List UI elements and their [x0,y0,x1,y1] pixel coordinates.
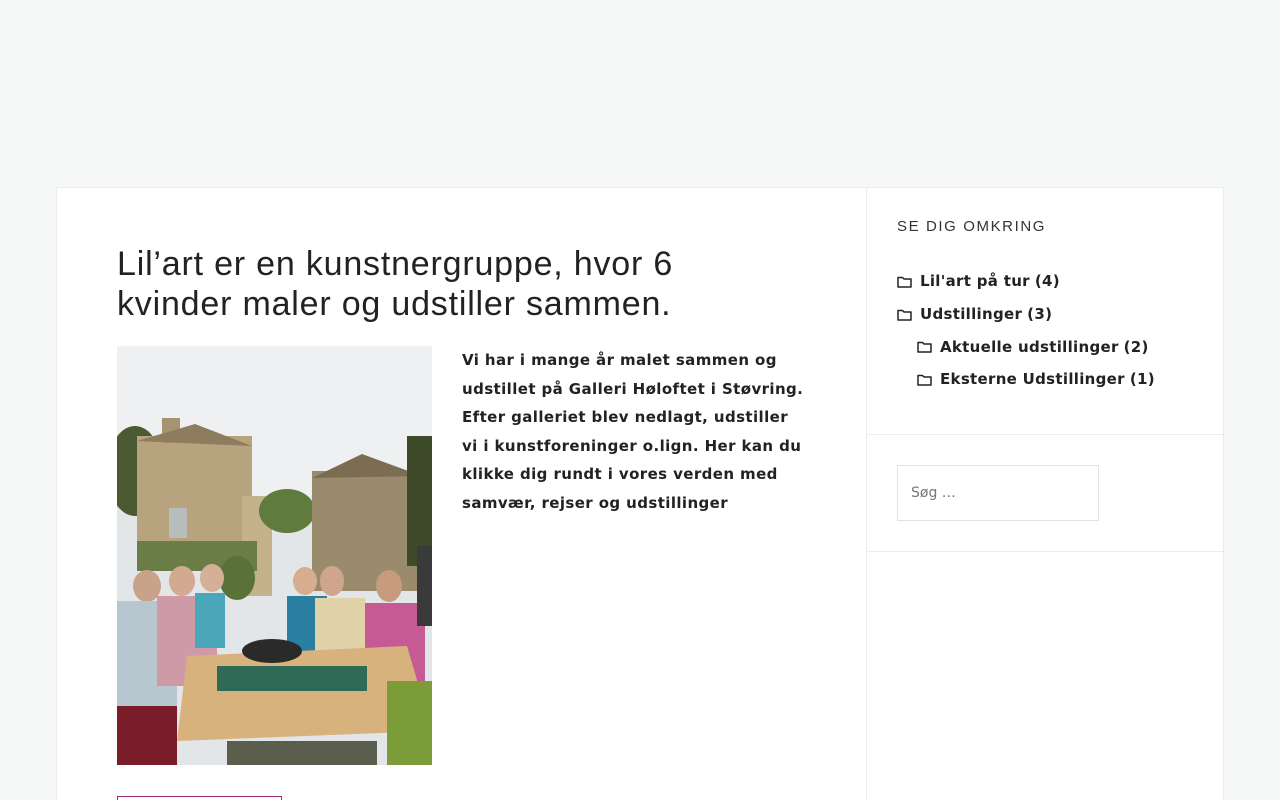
category-item-udstillinger[interactable]: Udstillinger (3) [897,298,1193,331]
category-item-lilart-paa-tur[interactable]: Lil'art på tur (4) [897,265,1193,298]
content-area: Lil’art er en kunstnergruppe, hvor 6 kvi… [56,187,1224,800]
category-list: Lil'art på tur (4) Udstillinger (3) Aktu… [897,265,1193,434]
folder-icon [897,308,912,321]
search-input[interactable]: Søg … [897,464,1099,521]
categories-widget: SE DIG OMKRING Lil'art på tur (4) Udstil… [867,188,1223,435]
category-label[interactable]: Aktuelle udstillinger [940,338,1119,356]
category-label[interactable]: Udstillinger [920,305,1022,323]
group-photo[interactable] [117,346,432,765]
search-widget: Søg … [867,435,1223,552]
category-item-eksterne-udstillinger[interactable]: Eksterne Udstillinger (1) [897,363,1193,396]
folder-icon [897,275,912,288]
category-item-aktuelle-udstillinger[interactable]: Aktuelle udstillinger (2) [897,330,1193,363]
folder-icon [917,340,932,353]
category-count: (3) [1027,305,1053,324]
post-body: Vi har i mange år malet sammen og udstil… [117,346,806,765]
folder-icon [917,373,932,386]
sidebar: SE DIG OMKRING Lil'art på tur (4) Udstil… [867,188,1223,800]
main-column: Lil’art er en kunstnergruppe, hvor 6 kvi… [57,188,867,800]
category-count: (1) [1129,370,1155,389]
post-excerpt: Vi har i mange år malet sammen og udstil… [462,351,804,512]
post-title[interactable]: Lil’art er en kunstnergruppe, hvor 6 kvi… [117,244,717,324]
category-label[interactable]: Lil'art på tur [920,272,1030,290]
category-label[interactable]: Eksterne Udstillinger [940,370,1125,388]
widget-title: SE DIG OMKRING [897,218,1047,235]
category-count: (2) [1123,337,1149,356]
read-more-button[interactable] [117,796,282,800]
category-count: (4) [1034,272,1060,291]
photo-illustration [117,346,432,765]
site-header [0,0,1280,187]
